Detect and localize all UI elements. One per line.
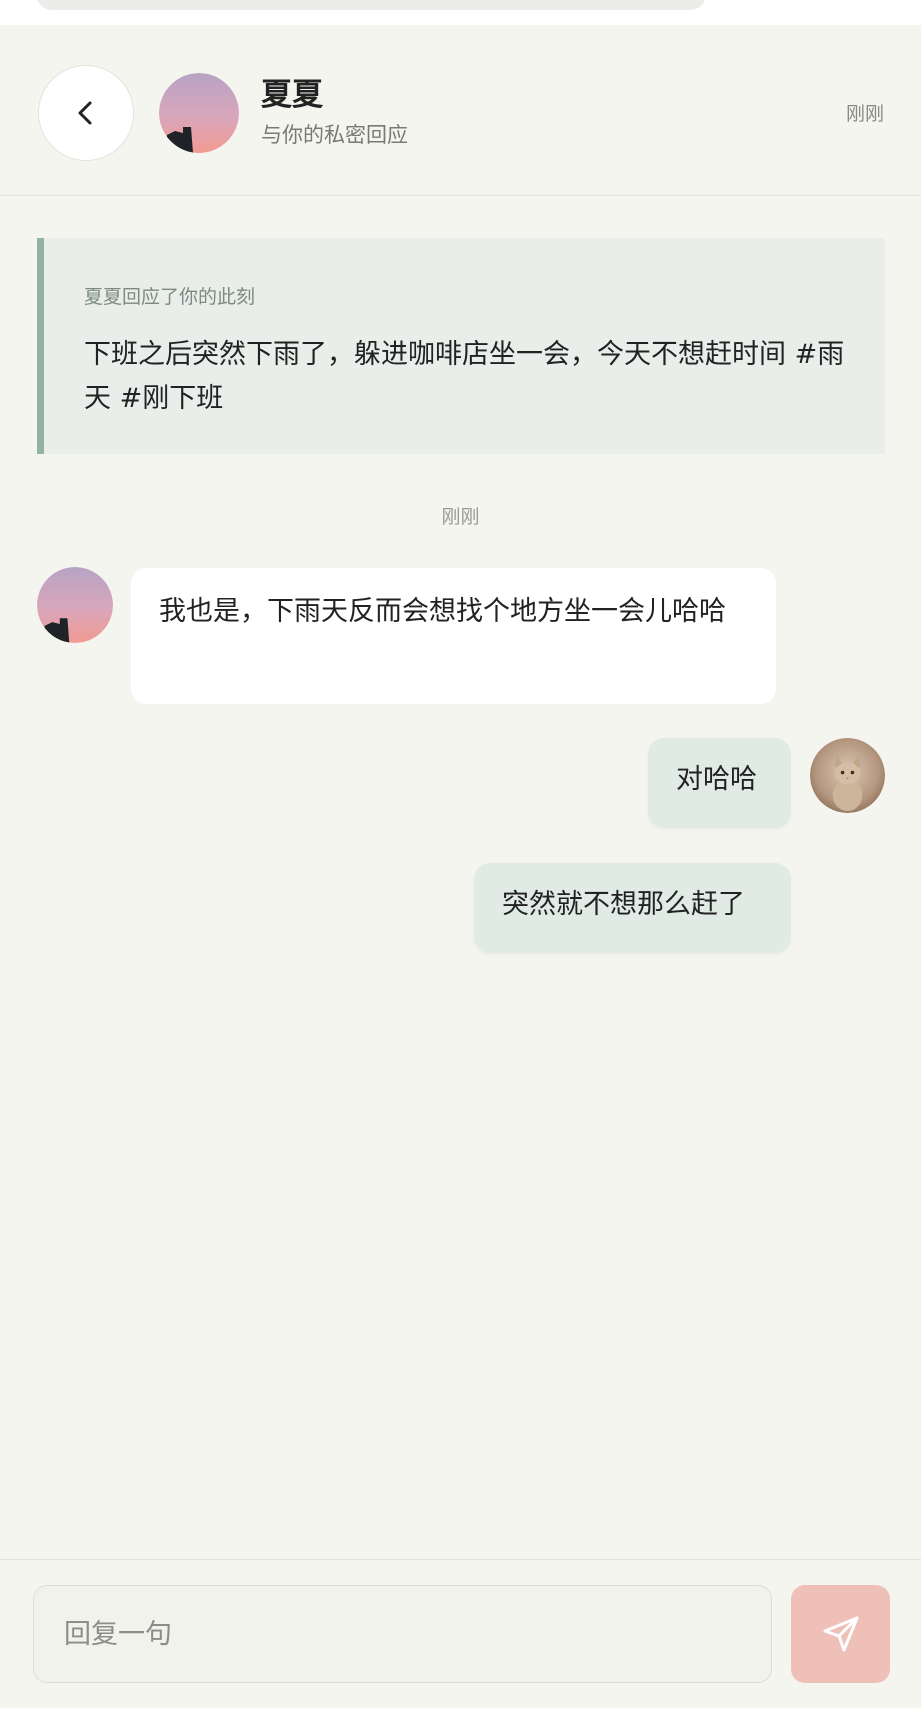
top-search-pill	[36, 0, 706, 10]
quote-text: 下班之后突然下雨了，躲进咖啡店坐一会，今天不想赶时间 #雨天 #刚下班	[84, 339, 845, 414]
send-button[interactable]	[791, 1585, 890, 1683]
composer-bar	[0, 1559, 921, 1709]
top-strip	[0, 0, 921, 25]
reply-input[interactable]	[33, 1585, 772, 1683]
quote-caption: 夏夏回应了你的此刻	[84, 286, 256, 308]
contact-avatar[interactable]	[37, 567, 113, 643]
contact-name: 夏夏	[261, 77, 323, 113]
back-button[interactable]	[38, 65, 134, 161]
message-bubble-sent[interactable]: 对哈哈	[648, 738, 791, 828]
chat-header: 夏夏 与你的私密回应 刚刚	[0, 25, 921, 196]
my-avatar[interactable]	[810, 738, 885, 813]
message-bubble-sent[interactable]: 突然就不想那么赶了	[474, 863, 791, 953]
contact-avatar[interactable]	[159, 73, 239, 153]
quoted-moment-card: 夏夏回应了你的此刻 下班之后突然下雨了，躲进咖啡店坐一会，今天不想赶时间 #雨天…	[37, 238, 885, 454]
contact-subtitle: 与你的私密回应	[261, 123, 408, 147]
header-timestamp: 刚刚	[845, 103, 884, 125]
chat-time-divider: 刚刚	[441, 506, 480, 528]
chevron-left-icon	[78, 101, 92, 125]
bottom-edge	[0, 1708, 921, 1715]
send-icon	[823, 1616, 858, 1652]
message-bubble-received[interactable]: 我也是，下雨天反而会想找个地方坐一会儿哈哈	[131, 568, 776, 704]
